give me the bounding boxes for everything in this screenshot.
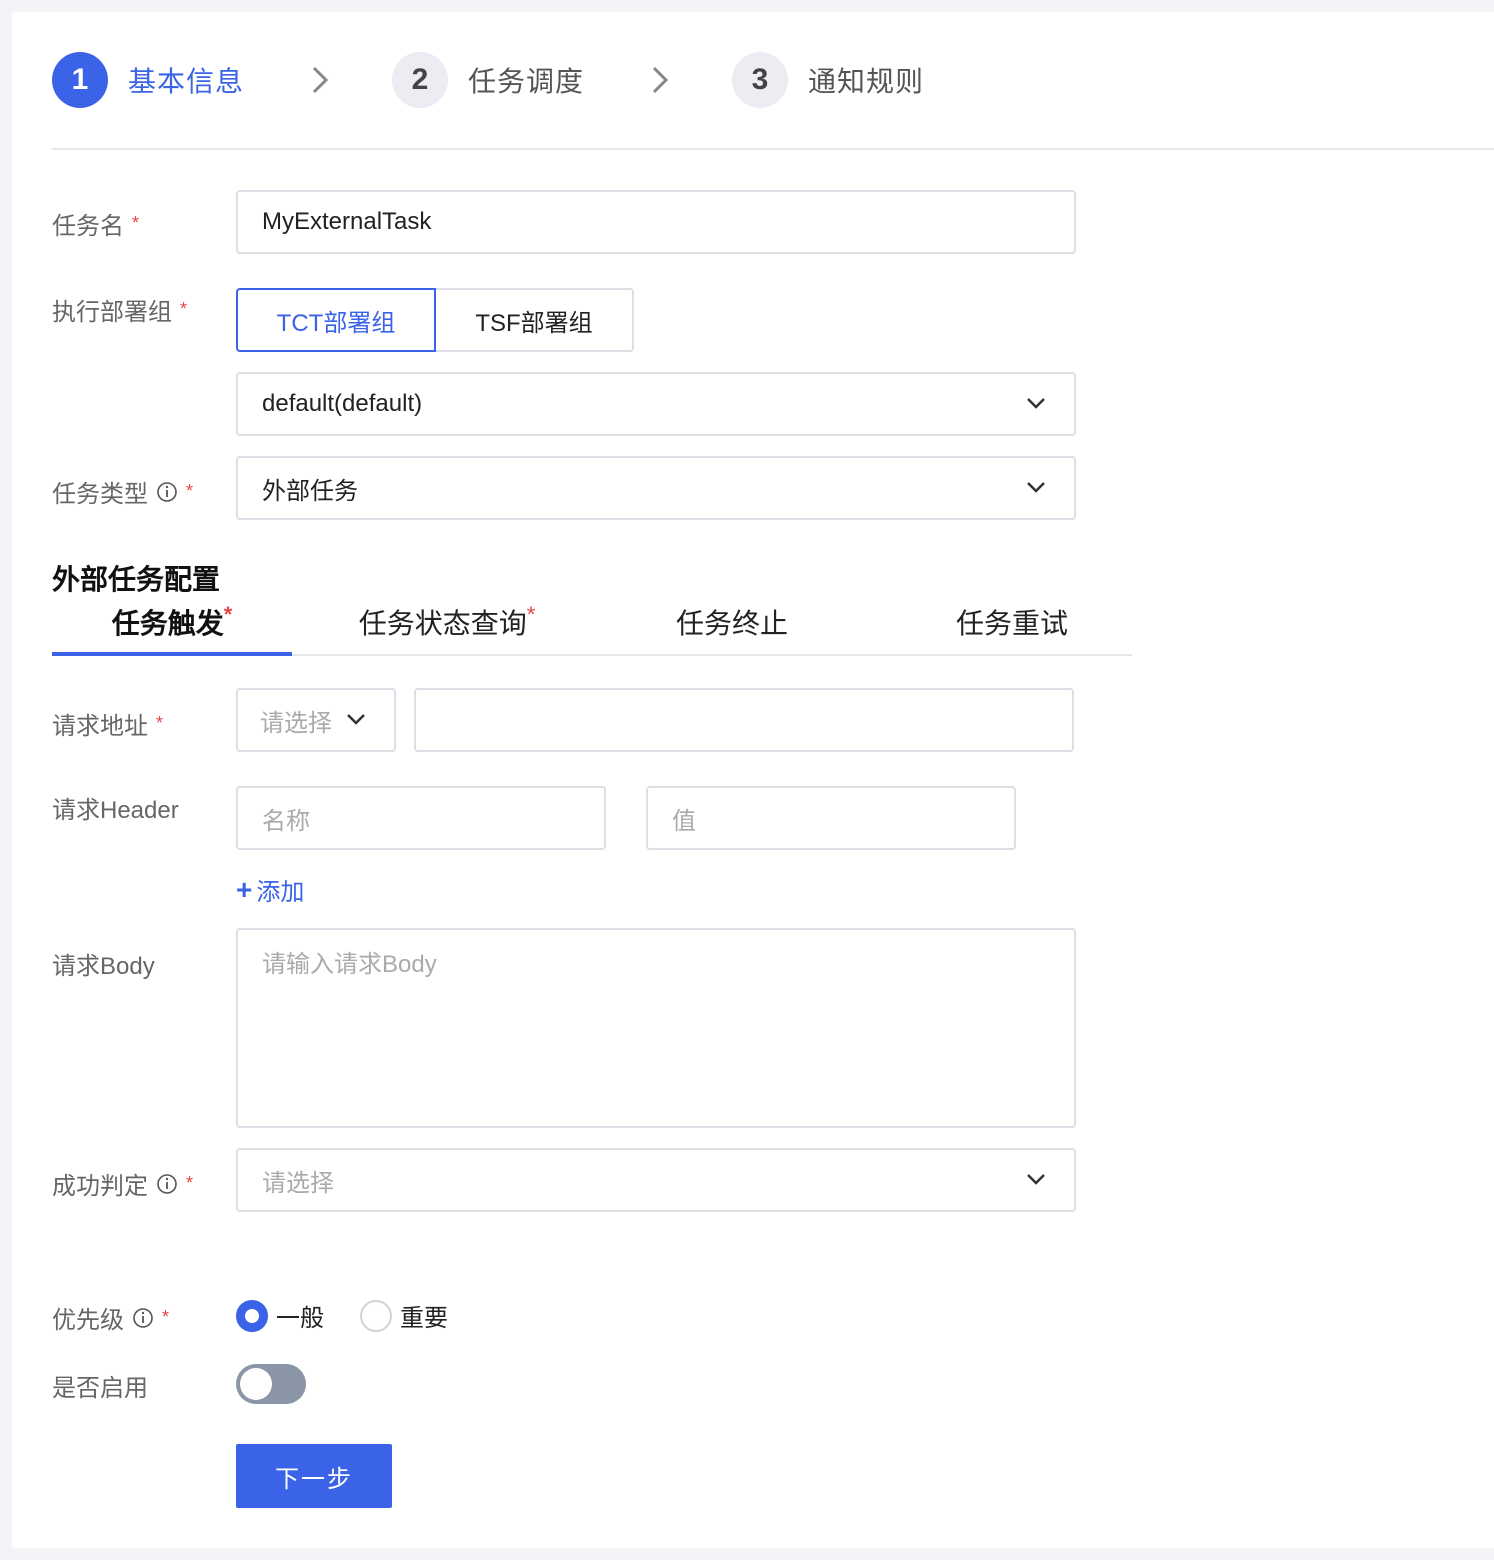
info-icon[interactable] <box>132 1307 154 1329</box>
tab-terminate[interactable]: 任务终止 <box>652 602 812 654</box>
step-label: 任务调度 <box>468 66 585 97</box>
required-mark: * <box>186 481 194 501</box>
step-number: 1 <box>52 52 108 108</box>
step-task-schedule[interactable]: 2 任务调度 <box>392 52 584 108</box>
plus-icon: + <box>236 873 253 905</box>
radio-label: 一般 <box>276 1305 324 1332</box>
request-url-label: 请求地址 * <box>52 706 163 741</box>
required-mark: * <box>132 213 140 233</box>
form-card: 1 基本信息 2 任务调度 3 通知规则 任务名 * MyExternalTas… <box>12 12 1494 1548</box>
request-header-label: 请求Header <box>52 790 179 825</box>
header-name-input[interactable]: 名称 <box>236 786 606 850</box>
required-mark: * <box>526 602 536 627</box>
step-label: 通知规则 <box>808 66 925 97</box>
step-label: 基本信息 <box>128 66 245 97</box>
label-text: 执行部署组 <box>52 299 172 326</box>
tab-label: 任务终止 <box>675 608 788 639</box>
info-icon[interactable] <box>156 481 178 503</box>
step-number: 2 <box>392 52 448 108</box>
step-basic-info[interactable]: 1 基本信息 <box>52 52 244 108</box>
required-mark: * <box>162 1307 170 1327</box>
external-config-title: 外部任务配置 <box>52 564 221 595</box>
required-mark: * <box>156 713 164 733</box>
priority-label: 优先级 * <box>52 1300 169 1335</box>
tab-label: 任务状态查询 <box>358 608 527 639</box>
priority-radio-group: 一般 重要 <box>236 1298 484 1333</box>
steps-divider <box>52 148 1494 150</box>
enabled-toggle[interactable] <box>236 1364 306 1404</box>
label-text: 是否启用 <box>52 1375 148 1402</box>
tab-trigger[interactable]: 任务触发 * <box>52 602 292 654</box>
chevron-right-icon <box>652 66 669 94</box>
task-type-select[interactable]: 外部任务 <box>236 456 1076 520</box>
chevron-down-icon <box>1027 398 1045 409</box>
add-label: 添加 <box>256 879 305 906</box>
tab-status-query[interactable]: 任务状态查询 * <box>342 602 552 654</box>
step-notify-rules[interactable]: 3 通知规则 <box>732 52 924 108</box>
required-mark: * <box>186 1173 194 1193</box>
chevron-down-icon <box>347 714 365 725</box>
label-text: 请求Header <box>52 797 179 824</box>
active-tab-indicator <box>52 652 292 656</box>
tsf-group-option[interactable]: TSF部署组 <box>434 288 634 352</box>
deploy-group-label: 执行部署组 * <box>52 292 187 327</box>
config-tabs: 任务触发 * 任务状态查询 * 任务终止 任务重试 <box>52 602 1132 656</box>
label-text: 请求Body <box>52 953 155 980</box>
priority-important-radio[interactable]: 重要 <box>360 1298 448 1333</box>
select-value: default(default) <box>262 390 423 417</box>
header-value-input[interactable]: 值 <box>646 786 1016 850</box>
success-rule-label: 成功判定 * <box>52 1166 193 1201</box>
request-body-label: 请求Body <box>52 946 155 981</box>
tct-group-option[interactable]: TCT部署组 <box>236 288 436 352</box>
chevron-right-icon <box>312 66 329 94</box>
radio-unchecked-icon <box>360 1299 392 1332</box>
required-mark: * <box>223 602 233 627</box>
radio-label: 重要 <box>400 1305 448 1332</box>
task-name-input[interactable]: MyExternalTask <box>236 190 1076 254</box>
toggle-knob <box>240 1368 272 1400</box>
tab-label: 任务触发 <box>111 608 224 639</box>
label-text: 请求地址 <box>52 713 148 740</box>
select-placeholder: 请选择 <box>260 709 332 737</box>
request-method-select[interactable]: 请选择 <box>236 688 396 752</box>
tab-label: 任务重试 <box>955 608 1068 639</box>
label-text: 任务名 <box>52 213 124 240</box>
request-body-textarea[interactable]: 请输入请求Body <box>236 928 1076 1128</box>
radio-checked-icon <box>236 1299 268 1332</box>
priority-normal-radio[interactable]: 一般 <box>236 1298 324 1333</box>
label-text: 成功判定 <box>52 1173 148 1200</box>
steps-bar: 1 基本信息 2 任务调度 3 通知规则 <box>52 52 1052 108</box>
next-step-button[interactable]: 下一步 <box>236 1444 392 1508</box>
chevron-down-icon <box>1027 482 1045 493</box>
select-value: 外部任务 <box>262 477 358 505</box>
task-name-label: 任务名 * <box>52 206 139 241</box>
request-url-input[interactable] <box>414 688 1074 752</box>
required-mark: * <box>180 299 188 319</box>
task-type-label: 任务类型 * <box>52 474 193 509</box>
enabled-label: 是否启用 <box>52 1368 148 1403</box>
label-text: 任务类型 <box>52 481 148 508</box>
step-number: 3 <box>732 52 788 108</box>
success-rule-select[interactable]: 请选择 <box>236 1148 1076 1212</box>
add-header-link[interactable]: + 添加 <box>236 872 304 907</box>
deploy-group-select[interactable]: default(default) <box>236 372 1076 436</box>
label-text: 优先级 <box>52 1307 124 1334</box>
select-placeholder: 请选择 <box>262 1169 334 1197</box>
tab-retry[interactable]: 任务重试 <box>932 602 1092 654</box>
chevron-down-icon <box>1027 1174 1045 1185</box>
info-icon[interactable] <box>156 1173 178 1195</box>
